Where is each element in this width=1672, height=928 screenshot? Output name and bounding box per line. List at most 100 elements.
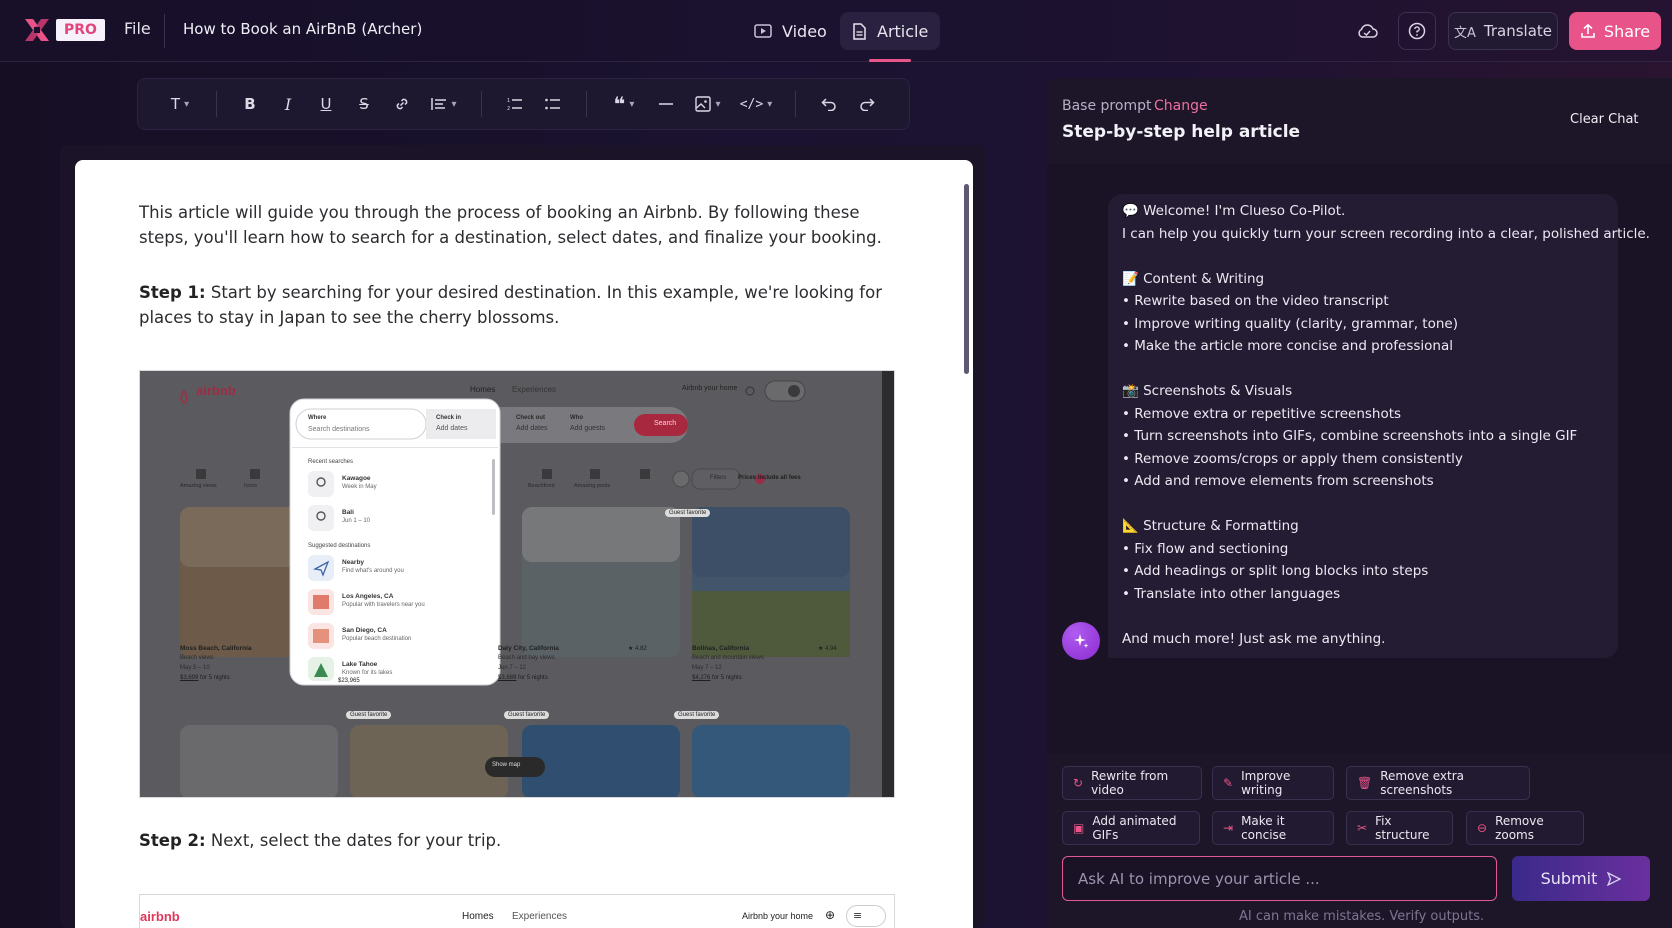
suggested-2-name: Los Angeles, CA bbox=[342, 593, 394, 600]
assistant-message-line: • Add and remove elements from screensho… bbox=[1122, 473, 1434, 489]
tab-video[interactable]: Video bbox=[742, 12, 839, 50]
base-prompt-label: Base prompt bbox=[1062, 98, 1152, 114]
airbnb-logo: airbnb bbox=[196, 383, 236, 398]
share-button[interactable]: Share bbox=[1569, 12, 1661, 50]
add-animated-gifs-chip[interactable]: ▣ Add animated GIFs bbox=[1062, 811, 1200, 845]
bullet-list-button[interactable] bbox=[534, 89, 572, 119]
help-button[interactable] bbox=[1398, 12, 1436, 50]
user-menu: ≡ bbox=[846, 905, 886, 927]
toolbar-divider bbox=[481, 91, 482, 117]
filters-button: Filters bbox=[710, 475, 727, 481]
remove-zooms-chip[interactable]: ⊖ Remove zooms bbox=[1466, 811, 1584, 845]
article-screenshot-2[interactable]: airbnb Homes Experiences Airbnb your hom… bbox=[139, 894, 895, 928]
italic-button[interactable]: I bbox=[269, 89, 307, 119]
code-dropdown[interactable]: </> ▾ bbox=[731, 89, 781, 119]
guest-favorite-badge: Guest favorite bbox=[346, 711, 392, 719]
fix-structure-chip[interactable]: ✂ Fix structure bbox=[1346, 811, 1453, 845]
editor-toolbar: T ▾ B I U S ▾ 1 2 ❝ ▾ ▾ </> ▾ bbox=[137, 78, 910, 130]
chevron-down-icon: ▾ bbox=[184, 98, 190, 110]
undo-button[interactable] bbox=[810, 89, 848, 119]
price-amount: $3,699 bbox=[180, 675, 199, 681]
airbnb-logo: airbnb bbox=[140, 909, 180, 924]
suggested-3-name: San Diego, CA bbox=[342, 627, 387, 634]
chevron-down-icon: ▾ bbox=[451, 98, 457, 110]
align-dropdown[interactable]: ▾ bbox=[421, 89, 467, 119]
nav-experiences: Experiences bbox=[512, 911, 568, 922]
assistant-message-line: • Make the article more concise and prof… bbox=[1122, 338, 1453, 354]
refresh-icon: ↻ bbox=[1073, 776, 1084, 790]
listing-1-price: $3,699 for 5 nights bbox=[180, 675, 230, 681]
quote-icon: ❝ bbox=[613, 92, 626, 116]
redo-button[interactable] bbox=[848, 89, 886, 119]
recent-1-name: Kawagoe bbox=[342, 475, 371, 482]
strikethrough-button[interactable]: S bbox=[345, 89, 383, 119]
chip-label: Rewrite from video bbox=[1091, 769, 1169, 797]
remove-extra-screenshots-chip[interactable]: 🗑 Remove extra screenshots bbox=[1346, 766, 1530, 800]
assistant-message-line: 📸 Screenshots & Visuals bbox=[1122, 383, 1293, 399]
chevron-down-icon: ▾ bbox=[715, 98, 721, 110]
article-step-2[interactable]: Step 2: Next, select the dates for your … bbox=[139, 828, 899, 853]
price-amount: $4,276 bbox=[692, 675, 711, 681]
prices-toggle: Prices include all fees bbox=[738, 475, 801, 481]
upload-icon bbox=[1581, 23, 1595, 38]
ai-disclaimer: AI can make mistakes. Verify outputs. bbox=[1239, 909, 1485, 924]
quote-dropdown[interactable]: ❝ ▾ bbox=[601, 89, 647, 119]
suggested-3-sub: Popular beach destination bbox=[342, 636, 412, 642]
image-icon bbox=[695, 96, 712, 112]
clueso-logo-icon[interactable] bbox=[24, 18, 50, 42]
listing-3-sub: Beach and mountain views bbox=[692, 655, 764, 661]
text-style-dropdown[interactable]: T ▾ bbox=[158, 89, 202, 119]
assistant-message-line: And much more! Just ask me anything. bbox=[1122, 630, 1386, 647]
make-it-concise-chip[interactable]: ⇥ Make it concise bbox=[1212, 811, 1334, 845]
link-icon bbox=[396, 98, 408, 110]
copilot-avatar bbox=[1062, 622, 1100, 660]
translate-button[interactable]: 文A Translate bbox=[1448, 12, 1558, 50]
svg-text:2: 2 bbox=[507, 106, 510, 111]
chip-label: Remove extra screenshots bbox=[1380, 769, 1465, 797]
undo-icon bbox=[821, 98, 836, 111]
step-text: Start by searching for your desired dest… bbox=[139, 283, 882, 327]
nav-homes: Homes bbox=[462, 911, 494, 922]
cloud-sync-button[interactable] bbox=[1350, 12, 1384, 50]
guest-favorite-badge: Guest favorite bbox=[674, 711, 720, 719]
clear-chat-button[interactable]: Clear Chat bbox=[1570, 112, 1639, 127]
article-step-1[interactable]: Step 1: Start by searching for your desi… bbox=[139, 280, 899, 330]
article-intro[interactable]: This article will guide you through the … bbox=[139, 200, 899, 250]
bold-icon: B bbox=[244, 95, 256, 113]
tab-article[interactable]: Article bbox=[840, 12, 941, 50]
article-screenshot-1[interactable]: airbnb Homes Experiences Airbnb your hom… bbox=[139, 370, 895, 798]
ask-ai-input[interactable] bbox=[1062, 856, 1497, 901]
document-title[interactable]: How to Book an AirBnB (Archer) bbox=[183, 20, 422, 38]
screenshot-text-layer: airbnb Homes Experiences Airbnb your hom… bbox=[140, 371, 894, 797]
underline-button[interactable]: U bbox=[307, 89, 345, 119]
horizontal-rule-button[interactable] bbox=[647, 89, 685, 119]
listing-3-rating: ★ 4.94 bbox=[818, 646, 837, 652]
toolbar-divider bbox=[216, 91, 217, 117]
improve-writing-chip[interactable]: ✎ Improve writing bbox=[1212, 766, 1334, 800]
host-link: Airbnb your home bbox=[682, 385, 738, 392]
article-editor[interactable]: This article will guide you through the … bbox=[75, 160, 973, 928]
article-scrollbar[interactable] bbox=[964, 184, 969, 374]
chip-label: Add animated GIFs bbox=[1092, 814, 1177, 842]
listing-1-title: Moss Beach, California bbox=[180, 645, 252, 652]
align-left-icon bbox=[431, 98, 447, 110]
change-prompt-link[interactable]: Change bbox=[1154, 98, 1208, 114]
image-dropdown[interactable]: ▾ bbox=[685, 89, 731, 119]
compress-icon: ⇥ bbox=[1223, 821, 1234, 835]
italic-icon: I bbox=[284, 94, 292, 114]
submit-button[interactable]: Submit bbox=[1512, 856, 1650, 901]
trash-icon: 🗑 bbox=[1357, 776, 1373, 790]
translate-icon: 文A bbox=[1453, 25, 1476, 41]
partial-price: $23,965 bbox=[338, 678, 360, 684]
bold-button[interactable]: B bbox=[231, 89, 269, 119]
chip-label: Make it concise bbox=[1241, 814, 1287, 842]
recent-2-name: Bali bbox=[342, 509, 354, 516]
assistant-message-line: • Fix flow and sectioning bbox=[1122, 540, 1289, 557]
document-icon bbox=[853, 22, 866, 40]
file-menu[interactable]: File bbox=[124, 19, 151, 38]
rewrite-from-video-chip[interactable]: ↻ Rewrite from video bbox=[1062, 766, 1202, 800]
assistant-message-line: 📝 Content & Writing bbox=[1122, 270, 1265, 287]
ordered-list-button[interactable]: 1 2 bbox=[496, 89, 534, 119]
link-button[interactable] bbox=[383, 89, 421, 119]
who-label: Who bbox=[570, 415, 583, 421]
